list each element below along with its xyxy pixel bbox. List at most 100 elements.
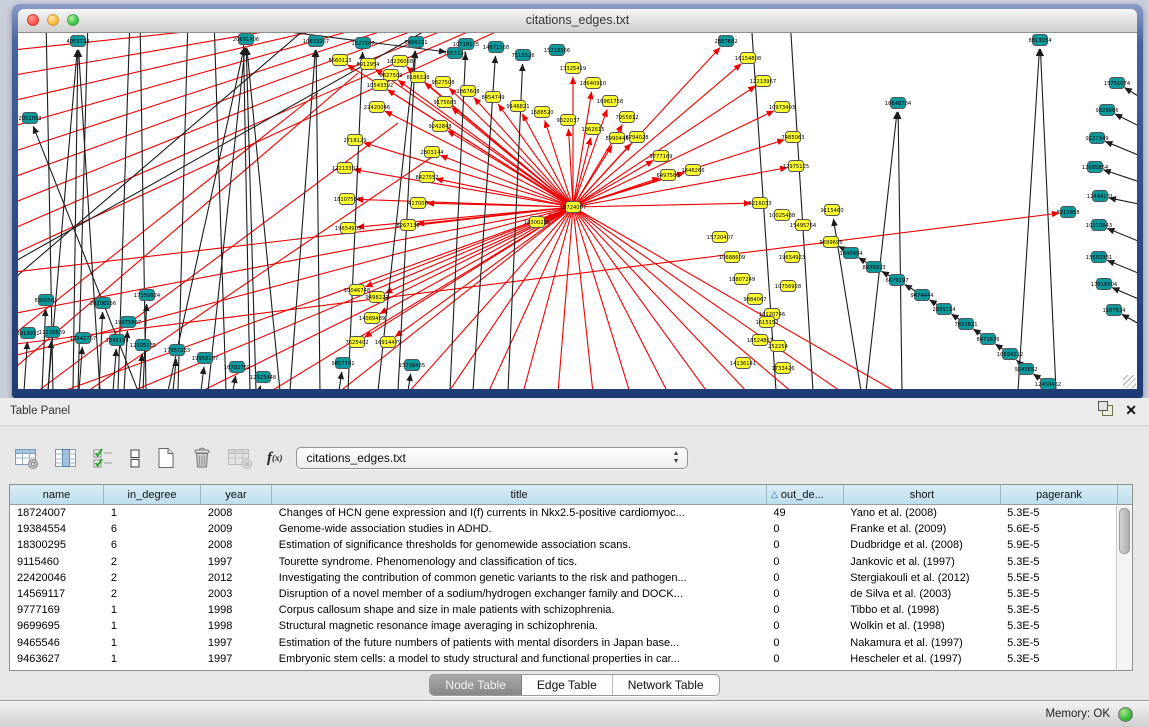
network-node[interactable]: 1527607 [351, 38, 374, 49]
network-node[interactable]: 15716485 [399, 360, 425, 371]
network-node[interactable]: 2935114 [932, 304, 956, 315]
network-node[interactable]: 9322037 [556, 115, 579, 126]
network-edge[interactable] [1107, 228, 1137, 243]
network-node[interactable]: 8660123 [328, 55, 351, 66]
network-edge[interactable] [866, 112, 897, 389]
column-header-name[interactable]: name [10, 485, 104, 504]
close-window-button[interactable] [27, 14, 39, 26]
network-node[interactable]: 15720407 [707, 232, 733, 243]
network-node[interactable]: 8216033 [748, 198, 771, 209]
network-node[interactable]: 15218566 [544, 45, 570, 56]
network-edge[interactable] [201, 367, 204, 389]
network-node[interactable]: 6794028 [625, 132, 648, 143]
network-node[interactable]: 2867608 [456, 86, 479, 97]
network-edge[interactable] [385, 111, 573, 207]
tab-network-table[interactable]: Network Table [613, 675, 719, 695]
network-edge[interactable] [18, 207, 573, 273]
network-node[interactable]: 18807249 [729, 274, 755, 285]
network-edge[interactable] [1125, 88, 1137, 99]
network-node[interactable]: 1167534 [1102, 305, 1126, 316]
column-header-short[interactable]: short [844, 485, 1001, 504]
table-source-select[interactable]: citations_edges.txt ▲▼ [296, 447, 688, 469]
network-edge[interactable] [898, 112, 902, 389]
network-node[interactable]: 20691406 [233, 34, 259, 45]
network-node[interactable]: 7515526 [511, 50, 534, 61]
network-edge[interactable] [790, 33, 813, 389]
table-row[interactable]: 911546021997Tourette syndrome. Phenomeno… [10, 554, 1117, 570]
network-node[interactable]: 8813054 [1028, 35, 1052, 46]
network-edge[interactable] [1115, 114, 1137, 128]
network-edge[interactable] [1018, 49, 1039, 389]
network-node[interactable]: 9857791 [331, 358, 354, 369]
network-node[interactable]: 10025488 [769, 210, 795, 221]
network-node[interactable]: 15495764 [790, 220, 817, 231]
network-node[interactable]: 10653267 [303, 36, 329, 47]
network-edge[interactable] [448, 131, 573, 207]
network-node[interactable]: 14089489 [359, 313, 385, 324]
network-node[interactable]: 14671368 [483, 42, 509, 53]
network-node[interactable]: 4055724 [66, 36, 90, 47]
network-node[interactable]: 8215958 [1056, 207, 1079, 218]
network-edge[interactable] [88, 153, 438, 389]
network-node[interactable]: 12923448 [250, 372, 276, 383]
network-canvas[interactable]: 1872400718300295866012389129541822605898… [18, 33, 1137, 389]
network-edge[interactable] [316, 50, 320, 389]
network-node[interactable]: 7955812 [615, 112, 638, 123]
network-edge[interactable] [139, 354, 142, 389]
table-row[interactable]: 1456911722003Disruption of a novel membe… [10, 586, 1117, 602]
table-row[interactable]: 1938455462009Genome-wide association stu… [10, 521, 1117, 537]
network-edge[interactable] [1112, 288, 1137, 301]
network-node[interactable]: 9699695 [819, 237, 842, 248]
table-row[interactable]: 946362711997Embryonic stem cells: a mode… [10, 651, 1117, 667]
scrollbar-thumb[interactable] [1119, 508, 1130, 554]
column-edit-icon[interactable] [54, 447, 79, 470]
table-row[interactable]: 1872400712008Changes of HCN gene express… [10, 505, 1117, 521]
network-node[interactable]: 9474444 [910, 290, 934, 301]
network-node[interactable]: 9777169 [649, 151, 672, 162]
network-edge[interactable] [113, 349, 116, 389]
column-header-year[interactable]: year [201, 485, 272, 504]
network-edge[interactable] [268, 207, 573, 389]
network-edge[interactable] [573, 207, 708, 389]
network-node[interactable]: 19975887 [115, 317, 141, 328]
network-edge[interactable] [452, 108, 573, 207]
column-header-title[interactable]: title [272, 485, 767, 504]
network-node[interactable]: 16782759 [224, 362, 250, 373]
table-row[interactable]: 969969511998Structural magnetic resonanc… [10, 618, 1117, 634]
network-node[interactable]: 7625402 [345, 337, 368, 348]
network-node[interactable]: 2887682 [714, 36, 737, 47]
network-node[interactable]: 12975125 [783, 161, 809, 172]
network-node[interactable]: 19654923 [779, 252, 805, 263]
network-node[interactable]: 9227349 [1085, 133, 1108, 144]
network-node[interactable]: 13325419 [560, 63, 586, 74]
network-node[interactable]: 3919911 [18, 328, 40, 339]
network-edge[interactable] [339, 372, 342, 389]
network-edge[interactable] [168, 48, 244, 389]
import-table-icon[interactable] [227, 447, 254, 470]
table-row[interactable]: 946554611997Estimation of the future num… [10, 635, 1117, 651]
column-header-in_degree[interactable]: in_degree [104, 485, 201, 504]
network-edge[interactable] [178, 33, 188, 389]
network-node[interactable]: 19958107 [192, 353, 218, 364]
network-node[interactable]: 9827508 [431, 77, 454, 88]
network-node[interactable]: 9242848 [428, 121, 451, 132]
network-edge[interactable] [1105, 141, 1137, 157]
row-height-icon[interactable] [128, 447, 142, 470]
new-table-icon[interactable] [155, 446, 177, 470]
network-edge[interactable] [408, 374, 411, 389]
column-header-out_degree[interactable]: △out_de... [767, 485, 844, 504]
network-edge[interactable] [233, 376, 236, 389]
network-edge[interactable] [573, 203, 751, 207]
vertical-scrollbar[interactable] [1116, 505, 1132, 670]
network-edge[interactable] [246, 48, 256, 389]
delete-table-icon[interactable] [190, 446, 214, 470]
network-edge[interactable] [290, 50, 315, 389]
network-node[interactable]: 12213302 [332, 163, 358, 174]
network-edge[interactable] [42, 309, 46, 389]
network-edge[interactable] [259, 386, 261, 389]
network-node[interactable]: 9827509 [379, 70, 402, 81]
network-node[interactable]: 16648784 [885, 98, 912, 109]
network-node[interactable]: 1588520 [530, 107, 553, 118]
network-node[interactable]: 17359924 [134, 290, 161, 301]
network-node[interactable]: 12505135 [130, 340, 156, 351]
